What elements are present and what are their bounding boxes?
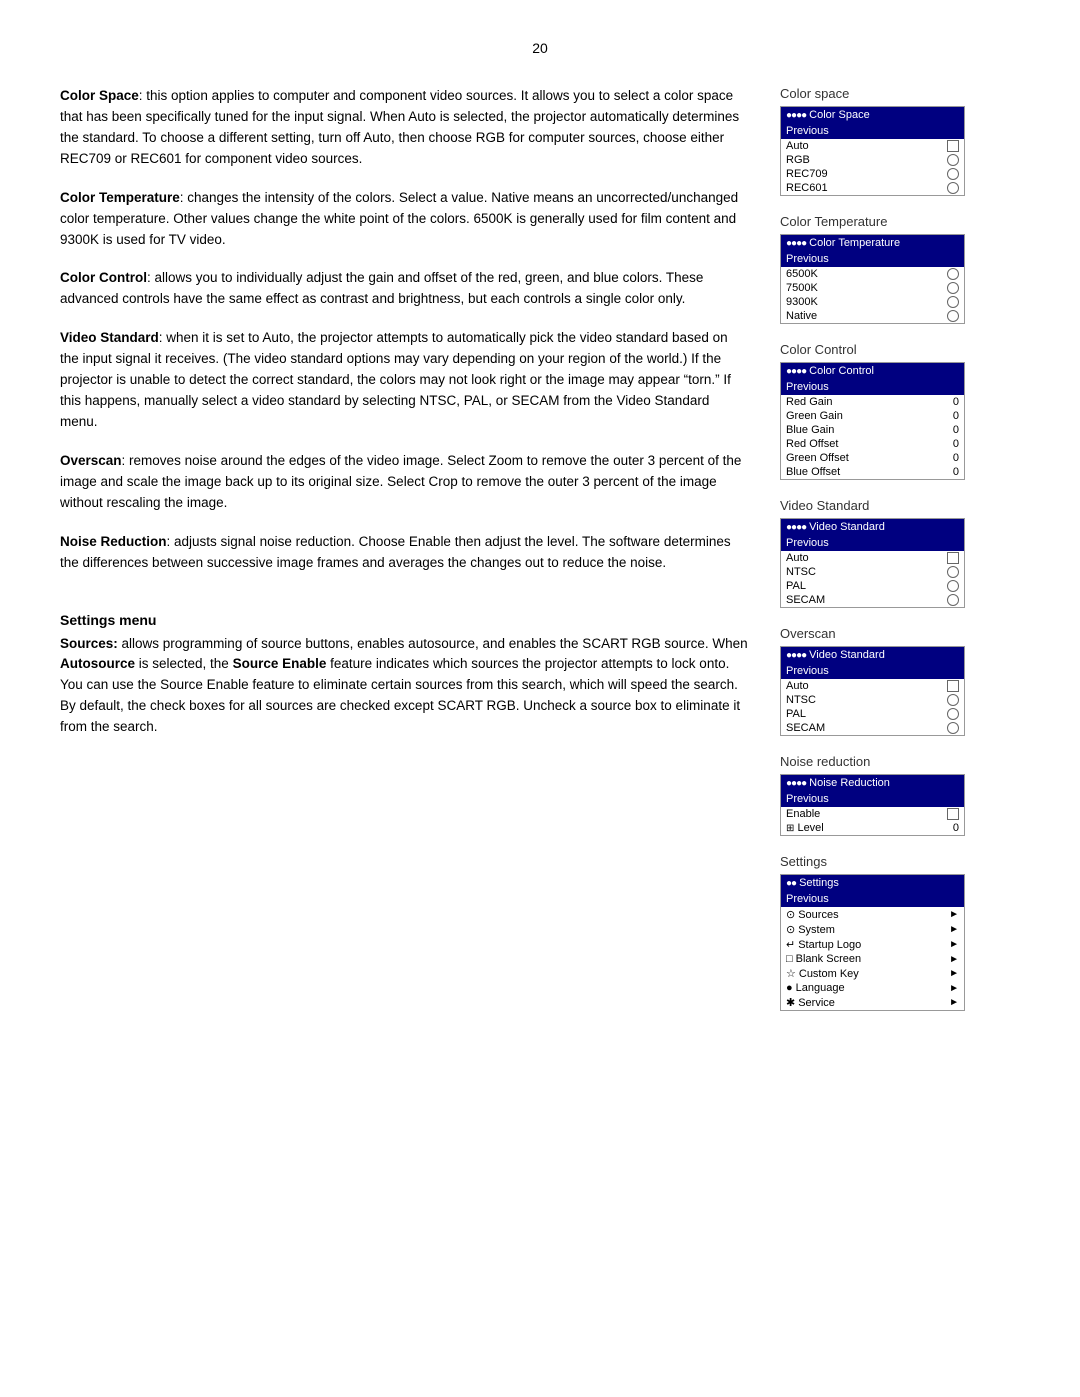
- list-item[interactable]: Native: [781, 309, 964, 323]
- color-temp-label: Color Temperature: [780, 214, 887, 229]
- color-control-label: Color Control: [780, 342, 857, 357]
- list-item[interactable]: Blue Offset0: [781, 465, 964, 479]
- color-temp-text: Color Temperature: changes the intensity…: [60, 188, 750, 251]
- overscan-text: Overscan: removes noise around the edges…: [60, 451, 750, 514]
- list-item[interactable]: REC601: [781, 181, 964, 195]
- color-temp-panel: ●●●● Color Temperature Previous 6500K 75…: [780, 234, 965, 324]
- overscan-previous[interactable]: Previous: [781, 663, 964, 679]
- video-standard-label: Video Standard: [780, 498, 869, 513]
- list-item[interactable]: Enable: [781, 807, 964, 821]
- noise-reduction-widget: Noise reduction ●●●● Noise Reduction Pre…: [780, 754, 1020, 836]
- system-item[interactable]: ⊙System►: [781, 922, 964, 937]
- page: 20 Color Space: this option applies to c…: [0, 0, 1080, 1051]
- noise-reduction-panel: ●●●● Noise Reduction Previous Enable ⊞ L…: [780, 774, 965, 836]
- settings-label: Settings: [780, 854, 827, 869]
- noise-reduction-title-bar: ●●●● Noise Reduction: [781, 775, 964, 791]
- list-item[interactable]: Green Gain0: [781, 409, 964, 423]
- settings-previous[interactable]: Previous: [781, 891, 964, 907]
- color-control-dots: ●●●●: [786, 366, 806, 377]
- noise-reduction-previous[interactable]: Previous: [781, 791, 964, 807]
- list-item[interactable]: SECAM: [781, 593, 964, 607]
- list-item[interactable]: RGB: [781, 153, 964, 167]
- color-control-panel: ●●●● Color Control Previous Red Gain0 Gr…: [780, 362, 965, 480]
- settings-menu-text: Sources: allows programming of source bu…: [60, 634, 750, 739]
- overscan-dots: ●●●●: [786, 650, 806, 661]
- list-item[interactable]: Green Offset0: [781, 451, 964, 465]
- color-temp-title: Color Temperature: [809, 237, 900, 249]
- video-standard-previous[interactable]: Previous: [781, 535, 964, 551]
- color-space-text: Color Space: this option applies to comp…: [60, 86, 750, 170]
- overscan-panel: ●●●● Video Standard Previous Auto NTSC P…: [780, 646, 965, 736]
- noise-reduction-label: Noise reduction: [780, 754, 870, 769]
- list-item[interactable]: 6500K: [781, 267, 964, 281]
- color-space-widget: Color space ●●●● Color Space Previous Au…: [780, 86, 1020, 196]
- settings-section: Settings menu Sources: allows programmin…: [60, 612, 750, 739]
- settings-dots: ●●: [786, 878, 796, 889]
- left-column: Color Space: this option applies to comp…: [60, 86, 750, 1011]
- color-control-previous[interactable]: Previous: [781, 379, 964, 395]
- startup-logo-item[interactable]: ↵Startup Logo►: [781, 937, 964, 952]
- list-item[interactable]: NTSC: [781, 693, 964, 707]
- overscan-title: Video Standard: [809, 649, 885, 661]
- video-standard-dots: ●●●●: [786, 522, 806, 533]
- service-item[interactable]: ✱Service►: [781, 995, 964, 1010]
- overscan-widget: Overscan ●●●● Video Standard Previous Au…: [780, 626, 1020, 736]
- list-item[interactable]: PAL: [781, 579, 964, 593]
- color-space-label: Color space: [780, 86, 849, 101]
- color-temp-widget: Color Temperature ●●●● Color Temperature…: [780, 214, 1020, 324]
- video-standard-panel: ●●●● Video Standard Previous Auto NTSC P…: [780, 518, 965, 608]
- color-space-dots: ●●●●: [786, 110, 806, 121]
- overscan-label: Overscan: [780, 626, 836, 641]
- settings-panel: ●● Settings Previous ⊙Sources► ⊙System► …: [780, 874, 965, 1011]
- video-standard-title: Video Standard: [809, 521, 885, 533]
- color-space-panel: ●●●● Color Space Previous Auto RGB REC70…: [780, 106, 965, 196]
- list-item[interactable]: Red Gain0: [781, 395, 964, 409]
- list-item[interactable]: 7500K: [781, 281, 964, 295]
- list-item[interactable]: ⊞ Level0: [781, 821, 964, 835]
- color-control-title-bar: ●●●● Color Control: [781, 363, 964, 379]
- list-item[interactable]: Auto: [781, 679, 964, 693]
- settings-title-bar: ●● Settings: [781, 875, 964, 891]
- color-temp-previous[interactable]: Previous: [781, 251, 964, 267]
- page-number: 20: [60, 40, 1020, 56]
- noise-reduction-dots: ●●●●: [786, 778, 806, 789]
- video-standard-widget: Video Standard ●●●● Video Standard Previ…: [780, 498, 1020, 608]
- video-standard-text: Video Standard: when it is set to Auto, …: [60, 328, 750, 433]
- color-temp-dots: ●●●●: [786, 238, 806, 249]
- overscan-title-bar: ●●●● Video Standard: [781, 647, 964, 663]
- noise-reduction-text: Noise Reduction: adjusts signal noise re…: [60, 532, 750, 574]
- color-temp-title-bar: ●●●● Color Temperature: [781, 235, 964, 251]
- settings-widget: Settings ●● Settings Previous ⊙Sources► …: [780, 854, 1020, 1011]
- noise-reduction-title: Noise Reduction: [809, 777, 890, 789]
- color-space-previous[interactable]: Previous: [781, 123, 964, 139]
- list-item[interactable]: Auto: [781, 551, 964, 565]
- color-control-widget: Color Control ●●●● Color Control Previou…: [780, 342, 1020, 480]
- settings-title: Settings: [799, 877, 839, 889]
- list-item[interactable]: Red Offset0: [781, 437, 964, 451]
- color-space-title-bar: ●●●● Color Space: [781, 107, 964, 123]
- right-column: Color space ●●●● Color Space Previous Au…: [780, 86, 1020, 1011]
- list-item[interactable]: 9300K: [781, 295, 964, 309]
- color-control-text: Color Control: allows you to individuall…: [60, 268, 750, 310]
- list-item[interactable]: NTSC: [781, 565, 964, 579]
- list-item[interactable]: PAL: [781, 707, 964, 721]
- custom-key-item[interactable]: ☆Custom Key►: [781, 966, 964, 981]
- settings-menu-heading: Settings menu: [60, 612, 750, 628]
- content-area: Color Space: this option applies to comp…: [60, 86, 1020, 1011]
- list-item[interactable]: Blue Gain0: [781, 423, 964, 437]
- language-item[interactable]: ●Language►: [781, 981, 964, 995]
- list-item[interactable]: REC709: [781, 167, 964, 181]
- list-item[interactable]: Auto: [781, 139, 964, 153]
- color-space-title: Color Space: [809, 109, 870, 121]
- blank-screen-item[interactable]: □Blank Screen►: [781, 952, 964, 966]
- video-standard-title-bar: ●●●● Video Standard: [781, 519, 964, 535]
- list-item[interactable]: SECAM: [781, 721, 964, 735]
- sources-item[interactable]: ⊙Sources►: [781, 907, 964, 922]
- color-control-title: Color Control: [809, 365, 874, 377]
